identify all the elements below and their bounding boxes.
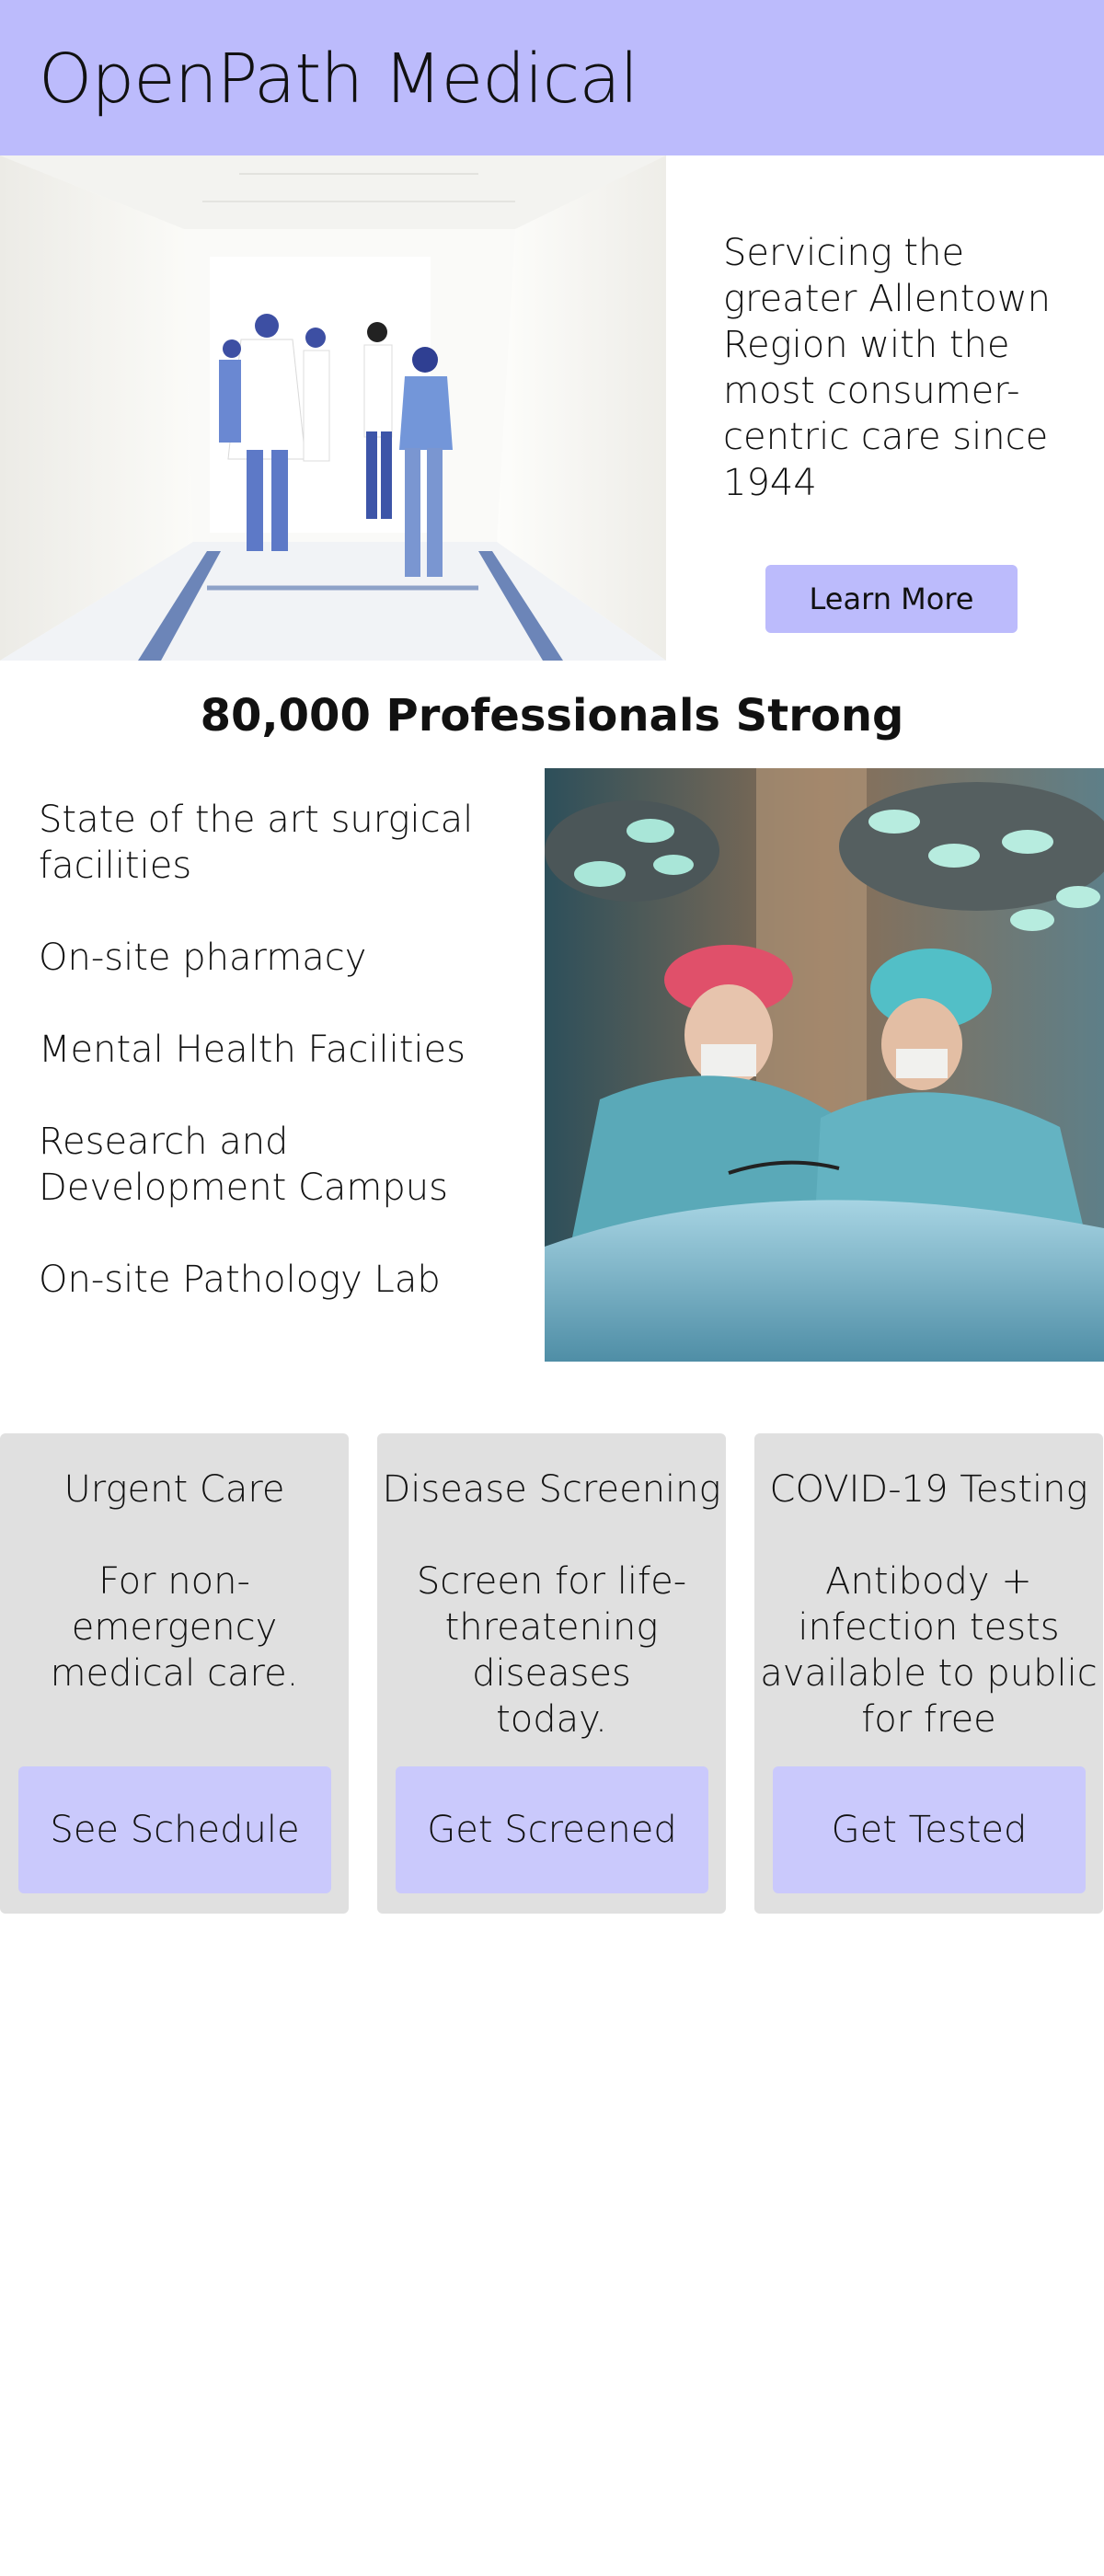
card-urgent-care: Urgent Care For non-emergency medical ca… — [0, 1433, 349, 1914]
card-description: Screen for life-threatening diseases tod… — [416, 1560, 687, 1741]
learn-more-button[interactable]: Learn More — [765, 565, 1018, 633]
page: OpenPath Medical Servicing the greater A… — [0, 0, 1104, 2576]
site-header: OpenPath Medical — [0, 0, 1104, 155]
surgery-image — [545, 768, 1104, 1362]
hero-image-hallway-staff — [0, 155, 666, 661]
feature-item: State of the art surgical facilities — [39, 799, 474, 887]
feature-item: On-site Pathology Lab — [39, 1259, 441, 1301]
card-covid-testing: COVID-19 Testing Antibody + infection te… — [754, 1433, 1103, 1914]
feature-item: Research and Development Campus — [39, 1121, 448, 1209]
hero-tagline: Servicing the greater Allentown Region w… — [723, 232, 1051, 504]
feature-list: State of the art surgical facilities On-… — [39, 797, 535, 1349]
feature-item: On-site pharmacy — [39, 937, 367, 979]
section-title: 80,000 Professionals Strong — [200, 690, 904, 742]
card-title: COVID-19 Testing — [769, 1468, 1088, 1511]
see-schedule-button[interactable]: See Schedule — [18, 1766, 331, 1893]
card-description: Antibody + infection tests available to … — [760, 1560, 1098, 1741]
hallway-illustration — [0, 155, 666, 661]
feature-item: Mental Health Facilities — [39, 1029, 466, 1071]
get-tested-button[interactable]: Get Tested — [773, 1766, 1086, 1893]
get-screened-button[interactable]: Get Screened — [396, 1766, 708, 1893]
card-title: Disease Screening — [382, 1468, 721, 1511]
surgery-illustration — [545, 768, 1104, 1362]
card-description: For non-emergency medical care. — [50, 1560, 299, 1695]
card-disease-screening: Disease Screening Screen for life-threat… — [377, 1433, 726, 1914]
card-title: Urgent Care — [63, 1468, 285, 1511]
site-title: OpenPath Medical — [39, 40, 638, 119]
